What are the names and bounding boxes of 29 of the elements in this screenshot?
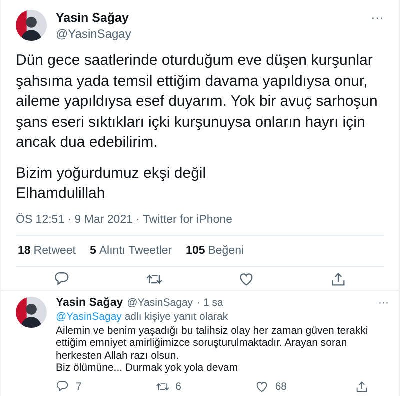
reply-icon[interactable] (56, 380, 70, 394)
avatar[interactable] (16, 10, 47, 41)
stat-label[interactable]: Beğeni (208, 244, 244, 256)
tweet-text: Bizim yoğurdumuz ekşi değil Elhamdulillah (16, 164, 208, 204)
action-count: 6 (176, 380, 182, 392)
more-icon[interactable]: ··· (371, 10, 384, 25)
action-count: 7 (76, 380, 82, 392)
stat-count: 105 (186, 244, 206, 256)
share-icon[interactable] (354, 380, 369, 394)
heart-icon[interactable] (238, 270, 254, 288)
author-name[interactable]: Yasin Sağay (56, 10, 362, 24)
share-icon[interactable] (330, 270, 346, 288)
author-handle[interactable]: @YasinSagay (56, 26, 362, 40)
action-count: 68 (275, 380, 287, 392)
author-name[interactable]: Yasin Sağay (56, 296, 124, 308)
stat-label[interactable]: Alıntı Tweetler (99, 244, 172, 256)
reply-icon[interactable] (54, 270, 70, 288)
more-icon[interactable]: ··· (378, 296, 389, 308)
author-handle[interactable]: @YasinSagay (127, 296, 194, 308)
avatar[interactable] (16, 296, 47, 328)
stat-label[interactable]: Retweet (34, 244, 76, 256)
stat-count: 18 (18, 244, 31, 256)
stat-count: 5 (90, 244, 96, 256)
tweet-timestamp: ÖS 12:51 · 9 Mar 2021 · Twitter for iPhone (16, 214, 234, 226)
reply-text: Ailemin ve benim yaşadığı bu talihsiz olay her zaman güven terakki ettiğim emniyet amirliğimizce soruşturulmaktadır. Arayan soran herkesten Allah razı olsun. Biz ölümüne... Durmak yok yola devam (56, 324, 370, 374)
reply-context: adlı kişiye yanıt olarak (124, 310, 228, 322)
heart-icon[interactable] (255, 380, 270, 394)
tweet-text: Dün gece saatlerinde oturduğum eve düşen kurşunlar şahsıma yada temsil ettiğim davama yapıldıysa onur, aileme yapıldıysa esef duyarım. Yok bir avuç sarhoşun şans eseri sıktıkları içki kurşunuysa onların hayrı için ancak dua edebilirim. (16, 51, 379, 153)
reply-time: · 1 sa (197, 296, 224, 308)
